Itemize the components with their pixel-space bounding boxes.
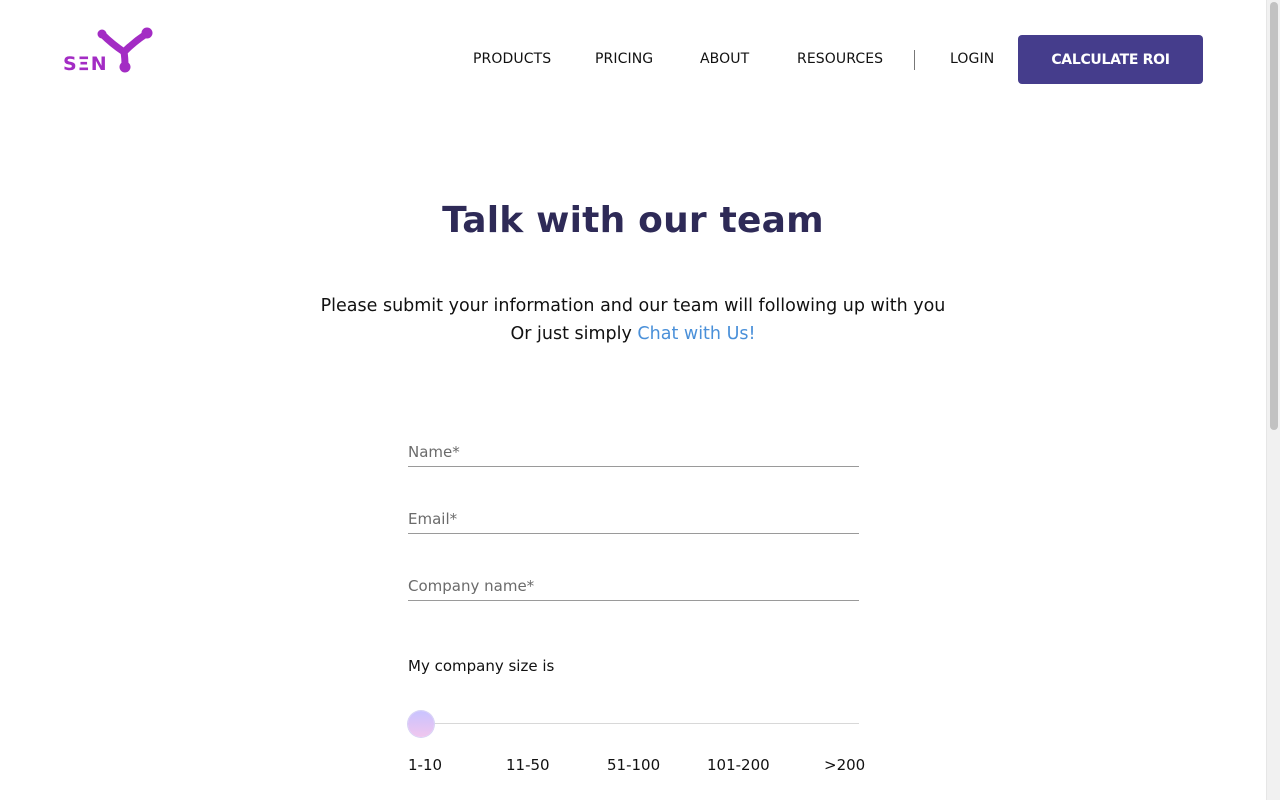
company-field-wrapper <box>408 574 859 601</box>
nav-pricing[interactable]: PRICING <box>595 51 653 67</box>
page-title: Talk with our team <box>442 200 824 241</box>
intro-prefix: Or just simply <box>510 324 638 344</box>
logo-text: SΞN <box>63 53 108 75</box>
logo[interactable]: SΞN <box>62 22 154 76</box>
intro-text-line2: Or just simply Chat with Us! <box>0 324 1266 344</box>
size-option[interactable]: 1-10 <box>408 756 442 774</box>
company-size-label: My company size is <box>408 657 555 675</box>
company-size-slider-track[interactable] <box>408 723 859 724</box>
nav-products[interactable]: PRODUCTS <box>473 51 551 67</box>
company-size-slider-thumb[interactable] <box>408 711 434 737</box>
intro-text: Please submit your information and our t… <box>320 296 946 316</box>
nav-login[interactable]: LOGIN <box>950 51 994 67</box>
page: SΞN PRODUCTS PRICING ABOUT RESOURCES LOG… <box>0 0 1266 800</box>
size-option[interactable]: 51-100 <box>607 756 660 774</box>
name-field-wrapper <box>408 440 859 467</box>
nav-resources[interactable]: RESOURCES <box>797 51 883 67</box>
calculate-roi-button[interactable]: CALCULATE ROI <box>1018 35 1203 84</box>
name-field[interactable] <box>408 440 859 464</box>
scrollbar-thumb[interactable] <box>1270 2 1278 430</box>
size-option[interactable]: 11-50 <box>506 756 550 774</box>
email-field[interactable] <box>408 507 859 531</box>
chat-with-us-link[interactable]: Chat with Us! <box>637 324 755 344</box>
email-field-wrapper <box>408 507 859 534</box>
nav-divider <box>914 50 915 70</box>
company-name-field[interactable] <box>408 574 859 598</box>
size-option[interactable]: 101-200 <box>707 756 770 774</box>
nav-about[interactable]: ABOUT <box>700 51 749 67</box>
size-option[interactable]: >200 <box>824 756 865 774</box>
page-scrollbar[interactable] <box>1266 0 1280 800</box>
